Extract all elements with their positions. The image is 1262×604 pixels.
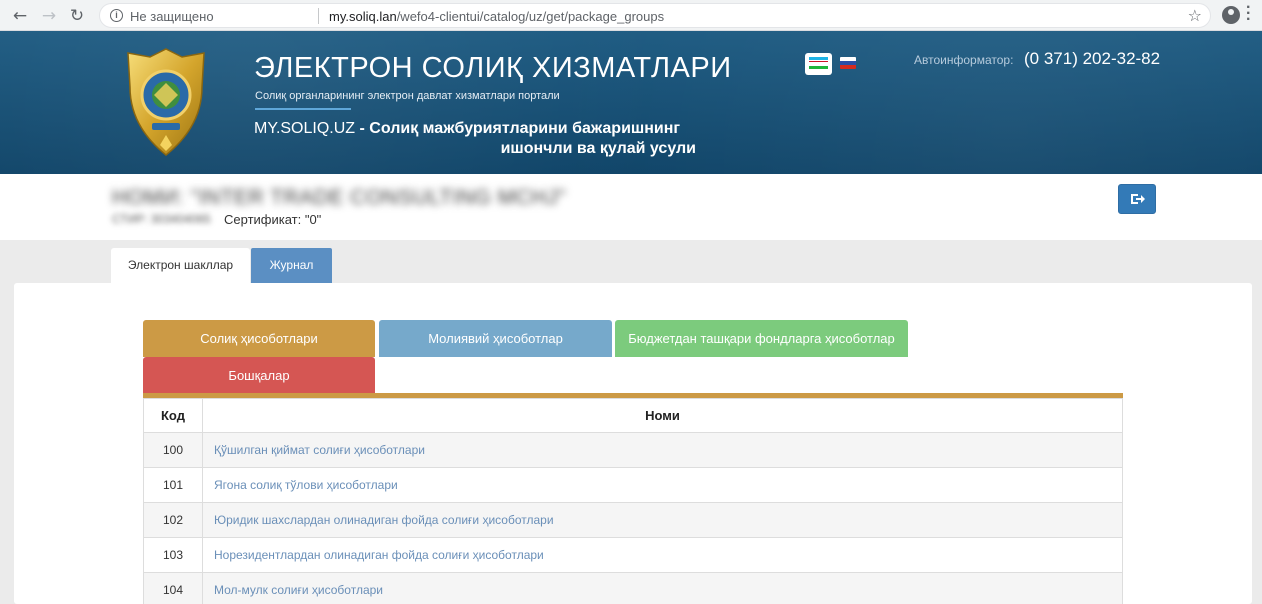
address-bar[interactable]: i Не защищено my.soliq.lan/wefo4-clientu… <box>99 3 1211 28</box>
category-other[interactable]: Бошқалар <box>143 357 375 394</box>
certificate-label: Сертификат: "0" <box>224 212 322 227</box>
category-extrabudget-reports[interactable]: Бюджетдан ташқари фондларга ҳисоботлар <box>615 320 908 357</box>
forward-icon[interactable]: → <box>38 5 60 27</box>
row-name-link[interactable]: Юридик шахслардан олинадиган фойда солиғ… <box>202 502 1123 538</box>
column-header-name[interactable]: Номи <box>202 398 1123 433</box>
report-groups-table: Код Номи 100 Қўшилган қиймат солиғи ҳисо… <box>143 398 1123 604</box>
slogan-domain: MY.SOLIQ.UZ <box>254 120 356 137</box>
menu-dots-icon[interactable]: · · · <box>1246 0 1251 28</box>
logout-button[interactable] <box>1118 184 1156 214</box>
table-row[interactable]: 102 Юридик шахслардан олинадиган фойда с… <box>143 502 1123 538</box>
url-text[interactable]: my.soliq.lan/wefo4-clientui/catalog/uz/g… <box>329 9 664 24</box>
tab-electronic-forms[interactable]: Электрон шакллар <box>111 248 250 283</box>
title-divider <box>255 108 351 110</box>
table-row[interactable]: 101 Ягона солиқ тўлови ҳисоботлари <box>143 467 1123 503</box>
flag-ru-icon[interactable] <box>840 57 856 69</box>
row-code: 100 <box>143 432 203 468</box>
table-row[interactable]: 104 Мол-мулк солиғи ҳисоботлари <box>143 572 1123 604</box>
user-bar: НОМИ: "INTER TRADE CONSULTING MCHJ" СТИР… <box>0 174 1262 240</box>
row-code: 102 <box>143 502 203 538</box>
row-name-link[interactable]: Ягона солиқ тўлови ҳисоботлари <box>202 467 1123 503</box>
column-header-code[interactable]: Код <box>143 398 203 433</box>
table-row[interactable]: 103 Норезидентлардан олинадиган фойда со… <box>143 537 1123 573</box>
site-subtitle: Солиқ органларининг электрон давлат хизм… <box>255 90 560 102</box>
row-name-link[interactable]: Мол-мулк солиғи ҳисоботлари <box>202 572 1123 604</box>
organization-name: НОМИ: "INTER TRADE CONSULTING MCHJ" <box>112 186 566 209</box>
browser-toolbar: ← → ↻ i Не защищено my.soliq.lan/wefo4-c… <box>0 0 1262 31</box>
row-code: 104 <box>143 572 203 604</box>
tab-journal[interactable]: Журнал <box>251 248 332 283</box>
info-icon[interactable]: i <box>110 9 123 22</box>
url-host: my.soliq.lan <box>329 9 397 24</box>
back-icon[interactable]: ← <box>9 5 31 27</box>
row-code: 103 <box>143 537 203 573</box>
slogan-line2: ишончли ва қулай усули <box>500 140 696 157</box>
row-code: 101 <box>143 467 203 503</box>
reload-icon[interactable]: ↻ <box>66 5 88 27</box>
tax-emblem-icon[interactable] <box>124 47 208 157</box>
slogan-line1: - Солиқ мажбуриятларини бажаришнинг <box>355 120 681 137</box>
row-name-link[interactable]: Норезидентлардан олинадиган фойда солиғи… <box>202 537 1123 573</box>
category-tax-reports[interactable]: Солиқ ҳисоботлари <box>143 320 375 357</box>
site-slogan: MY.SOLIQ.UZ - Солиқ мажбуриятларини бажа… <box>254 119 696 159</box>
stir-number: СТИР: 303404065 <box>112 212 211 226</box>
table-row[interactable]: 100 Қўшилган қиймат солиғи ҳисоботлари <box>143 432 1123 468</box>
sign-out-icon <box>1131 194 1145 204</box>
table-header-row: Код Номи <box>143 398 1123 433</box>
site-header: ЭЛЕКТРОН СОЛИҚ ХИЗМАТЛАРИ Солиқ органлар… <box>0 31 1262 174</box>
url-path: /wefo4-clientui/catalog/uz/get/package_g… <box>396 9 665 24</box>
insecure-label: Не защищено <box>130 9 214 24</box>
url-separator <box>318 8 319 24</box>
account-icon[interactable] <box>1222 6 1240 24</box>
row-name-link[interactable]: Қўшилган қиймат солиғи ҳисоботлари <box>202 432 1123 468</box>
site-title: ЭЛЕКТРОН СОЛИҚ ХИЗМАТЛАРИ <box>254 52 732 84</box>
bookmark-star-icon[interactable]: ☆ <box>1188 6 1202 25</box>
informer-label: Автоинформатор: <box>914 53 1014 67</box>
category-financial-reports[interactable]: Молиявий ҳисоботлар <box>379 320 612 357</box>
informer-phone: (0 371) 202-32-82 <box>1024 49 1161 68</box>
flag-uz-icon[interactable] <box>805 53 832 75</box>
